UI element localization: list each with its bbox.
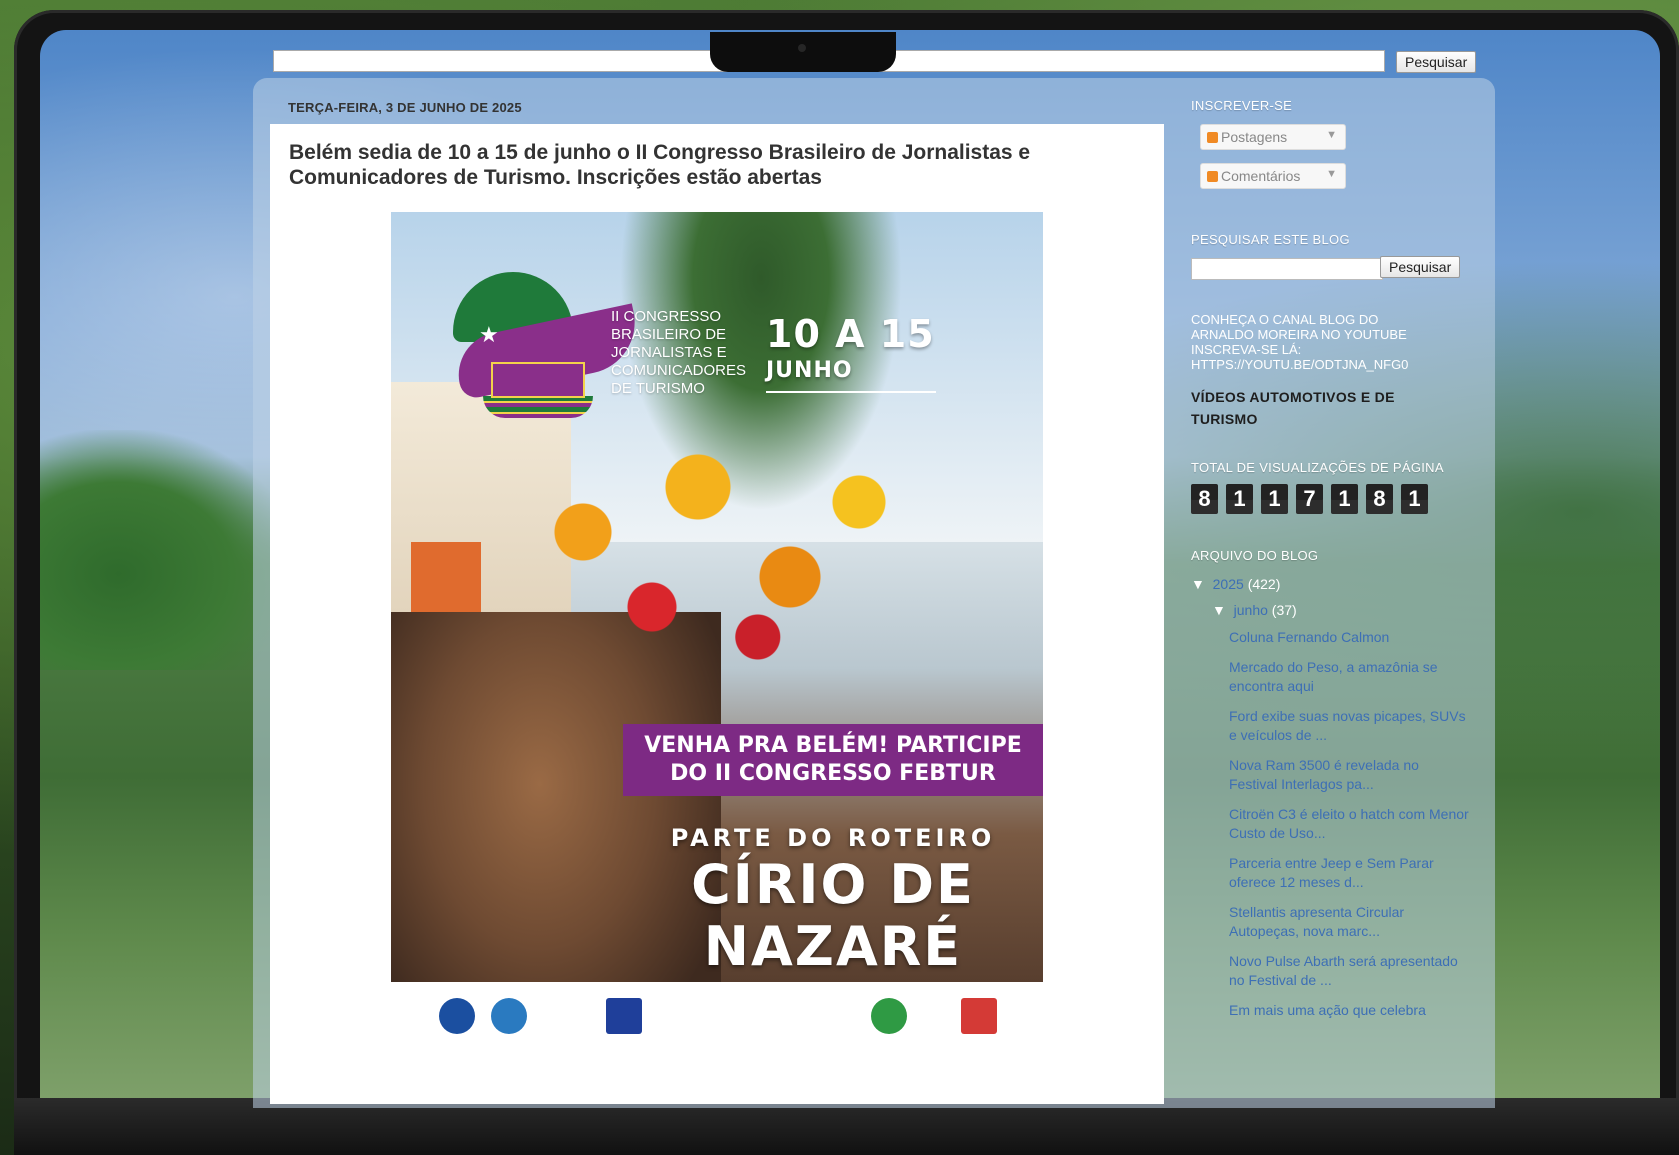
archive-post-link[interactable]: Novo Pulse Abarth será apresentado no Fe… bbox=[1229, 952, 1469, 990]
poster-month: JUNHO bbox=[766, 358, 853, 383]
camera-notch bbox=[710, 32, 896, 72]
archive-post-title[interactable]: Novo Pulse Abarth será apresentado no Fe… bbox=[1229, 952, 1469, 990]
counter-digit: 7 bbox=[1296, 484, 1323, 514]
poster-date-range: 10 A 15 bbox=[766, 312, 935, 356]
chevron-down-icon: ▼ bbox=[1326, 129, 1337, 141]
blog-search-button[interactable]: Pesquisar bbox=[1380, 256, 1461, 278]
archive-post-link[interactable]: Nova Ram 3500 é revelada no Festival Int… bbox=[1229, 756, 1469, 794]
poster-flowers bbox=[491, 412, 951, 712]
subscribe-comments-label: Comentários bbox=[1221, 168, 1301, 184]
sponsor-logo bbox=[871, 998, 907, 1034]
archive-month-count: (37) bbox=[1271, 602, 1297, 618]
sponsor-logo bbox=[491, 998, 527, 1034]
archive-post-title[interactable]: Ford exibe suas novas picapes, SUVs e ve… bbox=[1229, 707, 1469, 745]
archive-title: ARQUIVO DO BLOG bbox=[1191, 548, 1319, 563]
sidebar-search-section: PESQUISAR ESTE BLOG bbox=[1191, 232, 1471, 247]
archive-post-title[interactable]: Nova Ram 3500 é revelada no Festival Int… bbox=[1229, 756, 1469, 794]
archive-post-title[interactable]: Em mais uma ação que celebra bbox=[1229, 1001, 1469, 1020]
archive-post-link[interactable]: Stellantis apresenta Circular Autopeças,… bbox=[1229, 903, 1469, 941]
sidebar-pageviews-section: TOTAL DE VISUALIZAÇÕES DE PÁGINA bbox=[1191, 460, 1471, 475]
archive-month-link[interactable]: junho bbox=[1234, 602, 1268, 618]
sponsor-logo bbox=[439, 998, 475, 1034]
rss-icon bbox=[1207, 171, 1218, 182]
poster-cirio-line1: CÍRIO DE bbox=[691, 853, 975, 916]
archive-post-title[interactable]: Mercado do Peso, a amazônia se encontra … bbox=[1229, 658, 1469, 696]
post-poster-image[interactable]: ★ II CONGRESSO BRASILEIRO DE JORNALISTAS… bbox=[391, 212, 1043, 1042]
archive-month-row: ▼ junho (37) bbox=[1212, 602, 1297, 618]
counter-digit: 8 bbox=[1366, 484, 1393, 514]
logo-building bbox=[491, 362, 585, 398]
archive-post-list: Coluna Fernando Calmon Mercado do Peso, … bbox=[1229, 628, 1469, 1031]
poster-divider bbox=[766, 391, 936, 393]
sidebar-archive-section: ARQUIVO DO BLOG bbox=[1191, 548, 1471, 563]
star-icon: ★ bbox=[479, 322, 499, 347]
counter-digit: 8 bbox=[1191, 484, 1218, 514]
counter-digit: 1 bbox=[1261, 484, 1288, 514]
poster-banner-line2: DO II CONGRESSO FEBTUR bbox=[670, 761, 996, 786]
poster-banner: VENHA PRA BELÉM! PARTICIPE DO II CONGRES… bbox=[623, 724, 1043, 796]
poster-sponsor-logos bbox=[391, 982, 1043, 1042]
youtube-channel-text: CONHEÇA O CANAL BLOG DO ARNALDO MOREIRA … bbox=[1191, 312, 1409, 372]
poster-banner-line1: VENHA PRA BELÉM! PARTICIPE bbox=[644, 733, 1022, 758]
archive-post-title[interactable]: Coluna Fernando Calmon bbox=[1229, 628, 1469, 647]
subscribe-posts-button[interactable]: Postagens ▼ bbox=[1200, 124, 1346, 150]
counter-digit: 1 bbox=[1331, 484, 1358, 514]
triangle-down-icon[interactable]: ▼ bbox=[1191, 576, 1205, 592]
sidebar-subscribe-section: INSCREVER-SE bbox=[1191, 98, 1471, 113]
archive-year-link[interactable]: 2025 bbox=[1213, 576, 1244, 592]
archive-post-title[interactable]: Parceria entre Jeep e Sem Parar oferece … bbox=[1229, 854, 1469, 892]
search-title: PESQUISAR ESTE BLOG bbox=[1191, 232, 1350, 247]
archive-post-link[interactable]: Parceria entre Jeep e Sem Parar oferece … bbox=[1229, 854, 1469, 892]
post-date: TERÇA-FEIRA, 3 DE JUNHO DE 2025 bbox=[288, 100, 522, 115]
logo-waves bbox=[483, 396, 593, 418]
archive-year-row: ▼ 2025 (422) bbox=[1191, 576, 1280, 592]
blog-search-input[interactable] bbox=[1191, 258, 1383, 280]
archive-post-link[interactable]: Citroën C3 é eleito o hatch com Menor Cu… bbox=[1229, 805, 1469, 843]
poster-cirio-line2: NAZARÉ bbox=[703, 915, 963, 978]
archive-post-link[interactable]: Ford exibe suas novas picapes, SUVs e ve… bbox=[1229, 707, 1469, 745]
post-title[interactable]: Belém sedia de 10 a 15 de junho o II Con… bbox=[289, 140, 1089, 190]
archive-post-link[interactable]: Mercado do Peso, a amazônia se encontra … bbox=[1229, 658, 1469, 696]
archive-year-count: (422) bbox=[1247, 576, 1281, 592]
counter-digit: 1 bbox=[1401, 484, 1428, 514]
navbar-search-button[interactable]: Pesquisar bbox=[1396, 51, 1477, 73]
archive-post-title[interactable]: Citroën C3 é eleito o hatch com Menor Cu… bbox=[1229, 805, 1469, 843]
archive-post-link[interactable]: Coluna Fernando Calmon bbox=[1229, 628, 1469, 647]
poster-roteiro-label: PARTE DO ROTEIRO bbox=[670, 824, 996, 852]
sponsor-logo bbox=[606, 998, 642, 1034]
pageviews-title: TOTAL DE VISUALIZAÇÕES DE PÁGINA bbox=[1191, 460, 1444, 475]
triangle-down-icon[interactable]: ▼ bbox=[1212, 602, 1226, 618]
poster-dates: 10 A 15 JUNHO bbox=[766, 312, 936, 393]
rss-icon bbox=[1207, 132, 1218, 143]
poster-roteiro: PARTE DO ROTEIRO CÍRIO DE NAZARÉ bbox=[623, 824, 1043, 976]
subscribe-posts-label: Postagens bbox=[1221, 129, 1288, 145]
archive-post-link[interactable]: Em mais uma ação que celebra bbox=[1229, 1001, 1469, 1020]
videos-title: VÍDEOS AUTOMOTIVOS E DE TURISMO bbox=[1191, 389, 1395, 427]
archive-post-title[interactable]: Stellantis apresenta Circular Autopeças,… bbox=[1229, 903, 1469, 941]
poster-congress-name: II CONGRESSO BRASILEIRO DE JORNALISTAS E… bbox=[611, 308, 747, 397]
chevron-down-icon: ▼ bbox=[1326, 168, 1337, 180]
sponsor-logo bbox=[961, 998, 997, 1034]
subscribe-title: INSCREVER-SE bbox=[1191, 98, 1293, 113]
subscribe-comments-button[interactable]: Comentários ▼ bbox=[1200, 163, 1346, 189]
counter-digit: 1 bbox=[1226, 484, 1253, 514]
pageviews-counter: 8 1 1 7 1 8 1 bbox=[1191, 484, 1428, 514]
